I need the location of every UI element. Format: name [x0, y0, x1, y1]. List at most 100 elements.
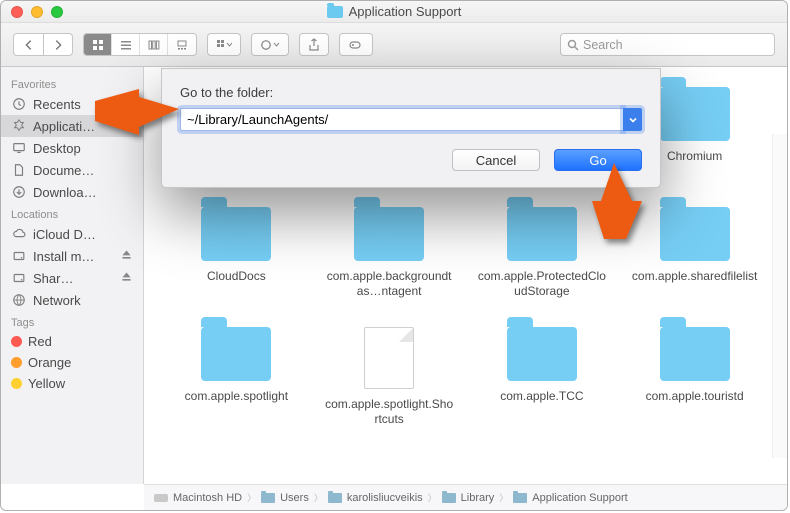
sidebar-item[interactable]: iCloud D… [1, 223, 143, 245]
folder-icon [354, 207, 424, 261]
path-segment[interactable]: Users [261, 492, 309, 504]
search-field[interactable]: Search [560, 33, 775, 56]
sidebar-item-label: Yellow [28, 376, 133, 391]
sidebar-item-label: Red [28, 334, 133, 349]
eject-icon[interactable] [120, 270, 133, 286]
action-menu-button[interactable] [251, 33, 289, 56]
file-name-label: com.apple.spotlight.Shortcuts [324, 397, 454, 427]
clock-icon [11, 96, 27, 112]
icon-view-button[interactable] [84, 34, 112, 55]
titlebar: Application Support [1, 1, 787, 23]
path-segment[interactable]: Application Support [513, 492, 627, 504]
desktop-icon [11, 140, 27, 156]
window-title: Application Support [349, 4, 462, 19]
disk-icon [11, 270, 27, 286]
folder-icon [513, 493, 527, 503]
folder-icon [660, 87, 730, 141]
file-item[interactable]: com.apple.TCC [468, 323, 617, 443]
path-segment[interactable]: Macintosh HD [154, 492, 242, 504]
file-name-label: com.apple.touristd [646, 389, 744, 404]
sidebar-item[interactable]: Desktop [1, 137, 143, 159]
file-name-label: com.apple.sharedfilelist [632, 269, 757, 284]
sidebar-item[interactable]: Install m… [1, 245, 143, 267]
cloud-icon [11, 226, 27, 242]
sidebar-item-label: Downloa… [33, 185, 133, 200]
folder-icon [507, 327, 577, 381]
sidebar-item[interactable]: Shar… [1, 267, 143, 289]
folder-icon [261, 493, 275, 503]
file-name-label: com.apple.ProtectedCloudStorage [477, 269, 607, 299]
folder-path-input[interactable] [180, 108, 623, 131]
tag-dot-icon [11, 357, 22, 368]
sidebar-item[interactable]: Docume… [1, 159, 143, 181]
file-name-label: CloudDocs [207, 269, 266, 284]
sidebar-item-label: iCloud D… [33, 227, 133, 242]
file-item[interactable]: CloudDocs [162, 203, 311, 323]
tag-dot-icon [11, 336, 22, 347]
finder-window: Application Support Search FavoritesRece… [0, 0, 788, 511]
file-item[interactable]: com.apple.spotlight.Shortcuts [315, 323, 464, 443]
nav-buttons [13, 33, 73, 56]
edit-tags-button[interactable] [339, 33, 373, 56]
path-label: Macintosh HD [173, 492, 242, 504]
sidebar-heading: Locations [1, 203, 143, 223]
file-name-label: Chromium [667, 149, 722, 164]
document-icon [364, 327, 414, 389]
sidebar-item-label: Shar… [33, 271, 114, 286]
list-view-button[interactable] [112, 34, 140, 55]
path-segment[interactable]: Library [442, 492, 495, 504]
sidebar-item[interactable]: Orange [1, 352, 143, 373]
sidebar-item[interactable]: Network [1, 289, 143, 311]
path-history-dropdown[interactable] [623, 108, 642, 131]
folder-icon [327, 6, 343, 18]
sidebar-heading: Tags [1, 311, 143, 331]
eject-icon[interactable] [120, 248, 133, 264]
search-placeholder: Search [583, 38, 623, 52]
doc-icon [11, 162, 27, 178]
chevron-right-icon: 〉 [247, 491, 256, 504]
share-button[interactable] [299, 33, 329, 56]
sidebar-item[interactable]: Red [1, 331, 143, 352]
view-switcher [83, 33, 197, 56]
column-view-button[interactable] [140, 34, 168, 55]
file-item[interactable]: com.apple.backgroundtas…ntagent [315, 203, 464, 323]
chevron-right-icon: 〉 [314, 491, 323, 504]
sidebar-item[interactable]: Yellow [1, 373, 143, 394]
sidebar-item[interactable]: Downloa… [1, 181, 143, 203]
globe-icon [11, 292, 27, 308]
go-to-folder-dialog: Go to the folder: Cancel Go [161, 68, 661, 188]
chevron-down-icon [628, 115, 638, 125]
path-label: karolisliucveikis [347, 492, 423, 504]
scrollbar[interactable] [772, 134, 787, 458]
file-item[interactable]: com.apple.touristd [620, 323, 769, 443]
folder-icon [442, 493, 456, 503]
disk-icon [154, 494, 168, 502]
tag-dot-icon [11, 378, 22, 389]
folder-icon [201, 207, 271, 261]
folder-icon [660, 327, 730, 381]
chevron-right-icon: 〉 [428, 491, 437, 504]
forward-button[interactable] [43, 33, 73, 56]
group-by-button[interactable] [207, 33, 241, 56]
sidebar-item-label: Desktop [33, 141, 133, 156]
chevron-right-icon: 〉 [499, 491, 508, 504]
sidebar-item-label: Docume… [33, 163, 133, 178]
path-label: Application Support [532, 492, 627, 504]
path-segment[interactable]: karolisliucveikis [328, 492, 423, 504]
path-bar: Macintosh HD 〉 Users 〉 karolisliucveikis 〉 Lib… [144, 484, 787, 510]
back-button[interactable] [13, 33, 43, 56]
annotation-arrow-input [93, 87, 183, 139]
cancel-button[interactable]: Cancel [452, 149, 540, 171]
file-item[interactable]: com.apple.spotlight [162, 323, 311, 443]
folder-icon [660, 207, 730, 261]
search-icon [567, 39, 579, 51]
dialog-prompt: Go to the folder: [180, 85, 642, 100]
path-label: Library [461, 492, 495, 504]
gallery-view-button[interactable] [168, 34, 196, 55]
toolbar: Search [1, 23, 787, 67]
file-name-label: com.apple.TCC [500, 389, 583, 404]
disk-icon [11, 248, 27, 264]
file-name-label: com.apple.backgroundtas…ntagent [324, 269, 454, 299]
download-icon [11, 184, 27, 200]
annotation-arrow-go [590, 161, 646, 243]
